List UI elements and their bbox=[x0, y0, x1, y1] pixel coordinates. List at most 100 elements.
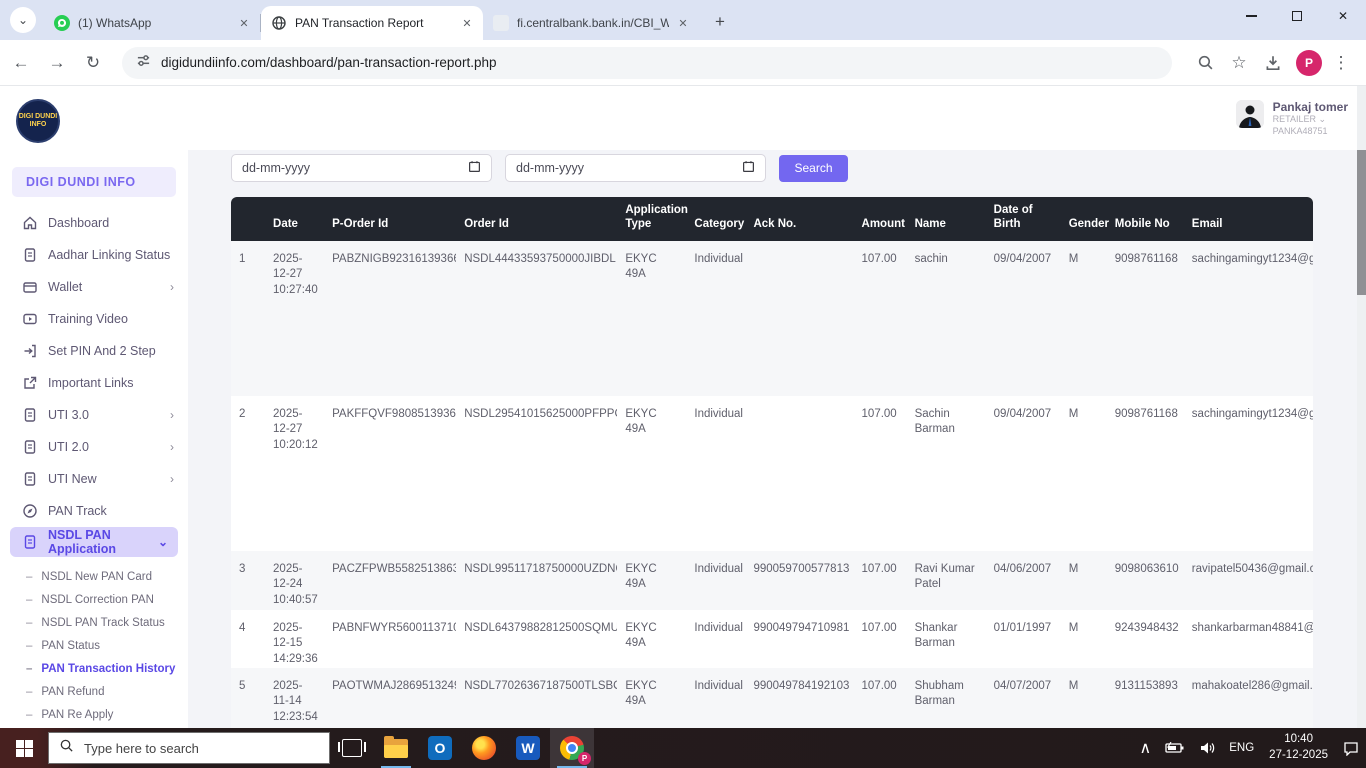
taskbar-search-input[interactable]: Type here to search bbox=[48, 732, 330, 764]
sidebar-item-uti-new[interactable]: UTI New › bbox=[0, 463, 188, 495]
browser-menu-icon[interactable]: ⋮ bbox=[1326, 48, 1356, 78]
file-explorer-button[interactable] bbox=[374, 728, 418, 768]
forward-button[interactable]: → bbox=[42, 48, 72, 78]
wallet-icon bbox=[22, 279, 38, 295]
outlook-button[interactable]: O bbox=[418, 728, 462, 768]
col-order-id: Order Id bbox=[456, 197, 617, 241]
calendar-icon[interactable] bbox=[468, 160, 481, 176]
sidebar-item-training-video[interactable]: Training Video bbox=[0, 303, 188, 335]
col-amount: Amount bbox=[854, 197, 907, 241]
search-icon[interactable] bbox=[1190, 48, 1220, 78]
external-link-icon bbox=[22, 375, 38, 391]
close-icon[interactable]: ✕ bbox=[236, 15, 252, 31]
col-application-type: Application Type bbox=[617, 197, 686, 241]
sidebar-menu: Dashboard Aadhar Linking Status Wallet ›… bbox=[0, 207, 188, 557]
main-content: dd-mm-yyyy dd-mm-yyyy Search Date P-Orde… bbox=[188, 150, 1366, 728]
windows-taskbar: Type here to search O W P ∧ ENG 10:40 27… bbox=[0, 728, 1366, 768]
date-from-input[interactable]: dd-mm-yyyy bbox=[231, 154, 492, 182]
calendar-icon[interactable] bbox=[742, 160, 755, 176]
download-icon[interactable] bbox=[1258, 48, 1288, 78]
restore-button[interactable] bbox=[1274, 0, 1320, 32]
tab-centralbank[interactable]: fi.centralbank.bank.in/CBI_Web ✕ bbox=[483, 6, 699, 40]
subitem-nsdl-correction-pan[interactable]: –NSDL Correction PAN bbox=[0, 588, 188, 611]
subitem-pan-re-apply[interactable]: –PAN Re Apply bbox=[0, 703, 188, 726]
language-indicator[interactable]: ENG bbox=[1222, 728, 1261, 768]
new-tab-button[interactable]: + bbox=[707, 9, 733, 35]
sidebar: DIGI DUNDI INFO DIGI DUNDI INFO Dashboar… bbox=[0, 86, 188, 728]
subitem-nsdl-pan-track-status[interactable]: –NSDL PAN Track Status bbox=[0, 611, 188, 634]
firefox-button[interactable] bbox=[462, 728, 506, 768]
search-button[interactable]: Search bbox=[779, 155, 848, 182]
sidebar-item-set-pin[interactable]: Set PIN And 2 Step bbox=[0, 335, 188, 367]
col-dob: Date of Birth bbox=[986, 197, 1061, 241]
sidebar-item-nsdl-pan-application[interactable]: NSDL PAN Application ⌄ bbox=[10, 527, 178, 557]
date-to-input[interactable]: dd-mm-yyyy bbox=[505, 154, 766, 182]
subitem-pan-status[interactable]: –PAN Status bbox=[0, 634, 188, 657]
tab-pan-transaction-report[interactable]: PAN Transaction Report ✕ bbox=[261, 6, 483, 40]
col-sno bbox=[231, 197, 265, 241]
action-center-icon[interactable] bbox=[1336, 728, 1366, 768]
task-view-button[interactable] bbox=[330, 728, 374, 768]
close-window-button[interactable]: ✕ bbox=[1320, 0, 1366, 32]
chevron-right-icon: › bbox=[170, 440, 174, 454]
user-role: RETAILER ⌄ bbox=[1273, 114, 1348, 126]
sidebar-item-dashboard[interactable]: Dashboard bbox=[0, 207, 188, 239]
col-p-order-id: P-Order Id bbox=[324, 197, 456, 241]
sidebar-item-uti-20[interactable]: UTI 2.0 › bbox=[0, 431, 188, 463]
chrome-button[interactable]: P bbox=[550, 728, 594, 768]
volume-icon[interactable] bbox=[1192, 728, 1222, 768]
browser-profile-avatar[interactable]: P bbox=[1296, 50, 1322, 76]
table-row: 1 2025-12-27 10:27:40 PABZNIGB9231613936… bbox=[231, 241, 1313, 396]
chrome-profile-badge: P bbox=[578, 752, 591, 765]
site-info-icon[interactable] bbox=[136, 53, 151, 73]
subitem-pan-transaction-history[interactable]: –PAN Transaction History bbox=[0, 657, 188, 680]
table-row: 2 2025-12-27 10:20:12 PAKFFQVF9808513936… bbox=[231, 396, 1313, 551]
address-bar[interactable]: digidundiinfo.com/dashboard/pan-transact… bbox=[122, 47, 1172, 79]
dash-icon: – bbox=[26, 709, 32, 721]
sidebar-item-wallet[interactable]: Wallet › bbox=[0, 271, 188, 303]
sidebar-item-aadhar-linking-status[interactable]: Aadhar Linking Status bbox=[0, 239, 188, 271]
reload-button[interactable]: ↻ bbox=[78, 48, 108, 78]
col-mobile: Mobile No bbox=[1107, 197, 1184, 241]
start-button[interactable] bbox=[0, 728, 48, 768]
app-header: Pankaj tomer RETAILER ⌄ PANKA48751 bbox=[0, 86, 1366, 150]
sidebar-item-pan-track[interactable]: PAN Track bbox=[0, 495, 188, 527]
chevron-right-icon: › bbox=[170, 280, 174, 294]
taskbar-clock[interactable]: 10:40 27-12-2025 bbox=[1261, 732, 1336, 763]
table-header-row: Date P-Order Id Order Id Application Typ… bbox=[231, 197, 1313, 241]
battery-icon[interactable] bbox=[1158, 728, 1192, 768]
tab-whatsapp[interactable]: (1) WhatsApp ✕ bbox=[44, 6, 260, 40]
user-profile[interactable]: Pankaj tomer RETAILER ⌄ PANKA48751 bbox=[1236, 100, 1348, 138]
close-icon[interactable]: ✕ bbox=[459, 15, 475, 31]
word-button[interactable]: W bbox=[506, 728, 550, 768]
page-scrollbar-thumb[interactable] bbox=[1357, 150, 1366, 295]
outlook-icon: O bbox=[428, 736, 452, 760]
home-icon bbox=[22, 215, 38, 231]
close-icon[interactable]: ✕ bbox=[675, 15, 691, 31]
file-icon bbox=[22, 247, 38, 263]
bookmark-star-icon[interactable]: ☆ bbox=[1224, 48, 1254, 78]
minimize-icon bbox=[1246, 15, 1257, 17]
system-tray: ∧ ENG 10:40 27-12-2025 bbox=[1133, 728, 1366, 768]
taskbar-search-placeholder: Type here to search bbox=[84, 741, 199, 756]
dash-icon: – bbox=[26, 594, 32, 606]
folder-icon bbox=[384, 739, 408, 758]
chevron-down-icon: ⌄ bbox=[18, 13, 28, 27]
page-body: Pankaj tomer RETAILER ⌄ PANKA48751 DIGI … bbox=[0, 86, 1366, 728]
subitem-nsdl-new-pan-card[interactable]: –NSDL New PAN Card bbox=[0, 565, 188, 588]
sidebar-item-uti-30[interactable]: UTI 3.0 › bbox=[0, 399, 188, 431]
subitem-pan-refund[interactable]: –PAN Refund bbox=[0, 680, 188, 703]
back-button[interactable]: ← bbox=[6, 48, 36, 78]
dash-icon: – bbox=[26, 686, 32, 698]
minimize-button[interactable] bbox=[1228, 0, 1274, 32]
url-text: digidundiinfo.com/dashboard/pan-transact… bbox=[161, 55, 496, 70]
chevron-right-icon: › bbox=[170, 472, 174, 486]
toolbar-actions: ☆ P ⋮ bbox=[1186, 48, 1356, 78]
tray-chevron-icon[interactable]: ∧ bbox=[1133, 728, 1159, 768]
tab-search-button[interactable]: ⌄ bbox=[10, 7, 36, 33]
brand-logo: DIGI DUNDI INFO bbox=[16, 99, 60, 143]
dash-icon: – bbox=[26, 617, 32, 629]
chevron-down-icon: ⌄ bbox=[158, 535, 168, 549]
sidebar-item-important-links[interactable]: Important Links bbox=[0, 367, 188, 399]
chevron-right-icon: › bbox=[170, 408, 174, 422]
